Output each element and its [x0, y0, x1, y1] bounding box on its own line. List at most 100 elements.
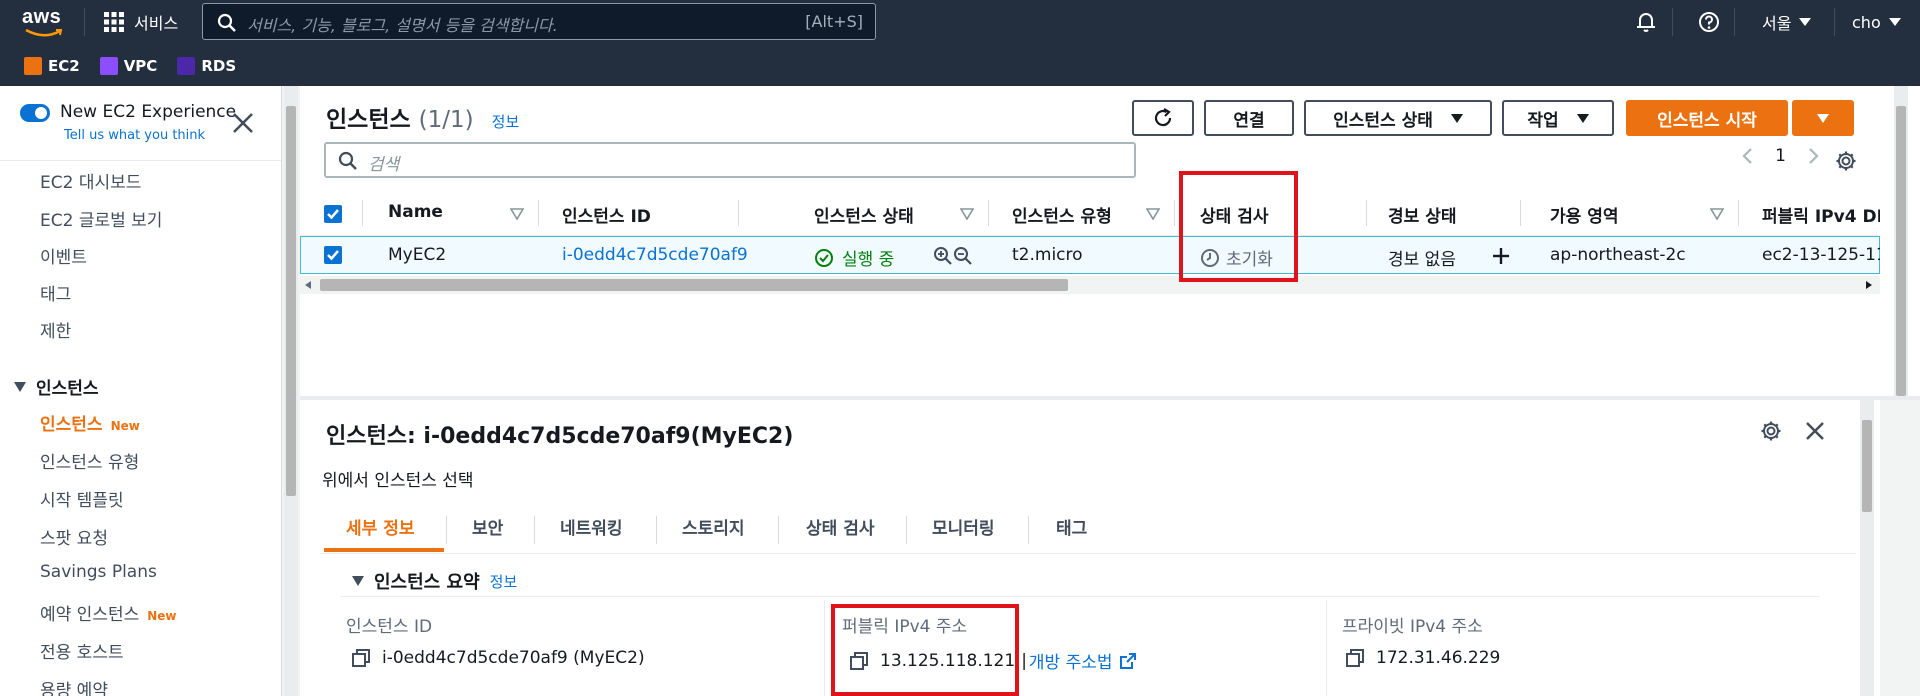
- launch-instance-dropdown[interactable]: [1792, 100, 1854, 136]
- add-alarm-icon[interactable]: [1491, 246, 1511, 266]
- detail-vertical-scrollbar[interactable]: [1856, 400, 1878, 696]
- favorite-label: VPC: [123, 57, 158, 75]
- column-header-availability-zone[interactable]: 가용 영역: [1550, 202, 1618, 227]
- favorite-rds[interactable]: RDS: [177, 57, 236, 75]
- tab-tags[interactable]: 태그: [1056, 514, 1087, 539]
- sidebar-item-limits[interactable]: 제한: [40, 317, 71, 342]
- scroll-left-icon[interactable]: [305, 281, 311, 289]
- sort-icon[interactable]: [1710, 208, 1724, 220]
- column-header-name[interactable]: Name: [388, 202, 443, 222]
- sort-icon[interactable]: [510, 208, 524, 220]
- instance-count: (1/1): [418, 107, 474, 133]
- close-icon[interactable]: [230, 110, 256, 136]
- instance-state-dropdown[interactable]: 인스턴스 상태: [1304, 100, 1492, 136]
- actions-label: 작업: [1527, 110, 1559, 131]
- user-menu[interactable]: cho: [1852, 8, 1901, 36]
- cell-instance-id-link[interactable]: i-0edd4c7d5cde70af9: [562, 245, 748, 265]
- scrollbar-thumb[interactable]: [1896, 106, 1906, 396]
- scrollbar-thumb[interactable]: [320, 279, 1068, 291]
- sidebar-item-instance-types[interactable]: 인스턴스 유형: [40, 448, 139, 473]
- table-horizontal-scrollbar[interactable]: [300, 276, 1880, 294]
- caret-down-icon: [1799, 18, 1812, 26]
- actions-dropdown[interactable]: 작업: [1502, 100, 1614, 136]
- notifications-button[interactable]: [1636, 8, 1656, 36]
- column-divider: [1738, 200, 1739, 226]
- sidebar-section-instances[interactable]: 인스턴스: [14, 374, 99, 399]
- instance-summary-header[interactable]: 인스턴스 요약 정보: [352, 568, 517, 594]
- gear-icon[interactable]: [1835, 150, 1857, 172]
- chevron-left-icon[interactable]: [1741, 147, 1753, 165]
- scrollbar-thumb[interactable]: [1862, 420, 1872, 512]
- bell-icon: [1637, 13, 1655, 32]
- close-icon[interactable]: [1804, 420, 1826, 442]
- copy-icon[interactable]: [1346, 649, 1364, 667]
- instance-id-value: i-0edd4c7d5cde70af9 (MyEC2): [352, 648, 645, 668]
- zoom-out-icon[interactable]: [953, 246, 973, 266]
- rds-icon: [177, 57, 196, 75]
- sidebar-item-tags[interactable]: 태그: [40, 280, 71, 305]
- open-address-link[interactable]: 개방 주소법: [1029, 648, 1113, 673]
- sidebar-item-instances[interactable]: 인스턴스 New: [40, 410, 140, 435]
- favorite-ec2[interactable]: EC2: [24, 57, 80, 75]
- gear-icon[interactable]: [1760, 420, 1782, 442]
- tab-details[interactable]: 세부 정보: [346, 514, 414, 539]
- ec2-icon: [24, 57, 42, 75]
- sidebar-scrollbar[interactable]: [284, 86, 298, 696]
- region-selector[interactable]: 서울: [1762, 8, 1812, 36]
- scroll-right-icon[interactable]: [1866, 281, 1872, 289]
- external-link-icon[interactable]: [1119, 652, 1137, 670]
- refresh-button[interactable]: [1132, 100, 1194, 136]
- list-vertical-scrollbar[interactable]: [1880, 86, 1920, 396]
- sidebar-item-dedicated-hosts[interactable]: 전용 호스트: [40, 638, 124, 663]
- select-all-checkbox[interactable]: [324, 205, 342, 223]
- new-experience-toggle[interactable]: [20, 104, 50, 122]
- sidebar-item-capacity-reservations[interactable]: 용량 예약: [40, 676, 108, 696]
- row-checkbox[interactable]: [324, 246, 342, 264]
- column-header-public-dns[interactable]: 퍼블릭 IPv4 DN: [1762, 202, 1880, 227]
- info-link[interactable]: 정보: [492, 113, 520, 131]
- tab-storage[interactable]: 스토리지: [682, 514, 745, 539]
- column-divider: [824, 600, 825, 696]
- tab-networking[interactable]: 네트워킹: [560, 514, 623, 539]
- instance-id-text: i-0edd4c7d5cde70af9 (MyEC2): [382, 648, 645, 668]
- chevron-right-icon[interactable]: [1808, 147, 1820, 165]
- aws-logo[interactable]: aws: [22, 6, 66, 42]
- caret-down-icon: [1576, 113, 1589, 123]
- tab-status-checks[interactable]: 상태 검사: [806, 514, 874, 539]
- sidebar-item-spot-requests[interactable]: 스팟 요청: [40, 524, 108, 549]
- sidebar-item-events[interactable]: 이벤트: [40, 243, 87, 268]
- connect-button[interactable]: 연결: [1204, 100, 1294, 136]
- tab-divider: [656, 516, 657, 544]
- column-header-instance-state[interactable]: 인스턴스 상태: [814, 202, 914, 227]
- sidebar-item-launch-templates[interactable]: 시작 템플릿: [40, 486, 124, 511]
- tab-security[interactable]: 보안: [472, 514, 503, 539]
- sidebar-item-savings-plans[interactable]: Savings Plans: [40, 562, 157, 582]
- sidebar-item-dashboard[interactable]: EC2 대시보드: [40, 168, 141, 193]
- column-divider: [738, 200, 739, 226]
- services-menu-button[interactable]: 서비스: [104, 8, 178, 36]
- table-row[interactable]: MyEC2 i-0edd4c7d5cde70af9 실행 중 t2.micro …: [300, 236, 1880, 274]
- help-button[interactable]: [1698, 8, 1720, 36]
- grid-icon: [104, 12, 124, 32]
- detail-tabs: 세부 정보 보안 네트워킹 스토리지 상태 검사 모니터링 태그: [320, 496, 1860, 554]
- column-header-instance-type[interactable]: 인스턴스 유형: [1012, 202, 1112, 227]
- sort-icon[interactable]: [1146, 208, 1160, 220]
- column-header-alarm-status[interactable]: 경보 상태: [1388, 202, 1456, 227]
- zoom-in-icon[interactable]: [933, 246, 953, 266]
- sidebar-item-reserved-instances[interactable]: 예약 인스턴스 New: [40, 600, 177, 625]
- launch-instance-label: 인스턴스 시작: [1657, 110, 1757, 131]
- info-link[interactable]: 정보: [490, 571, 518, 592]
- global-search-input[interactable]: 서비스, 기능, 블로그, 설명서 등을 검색합니다. [Alt+S]: [202, 3, 876, 40]
- tab-monitoring[interactable]: 모니터링: [932, 514, 995, 539]
- copy-icon[interactable]: [352, 649, 370, 667]
- instance-search-input[interactable]: 검색: [324, 142, 1136, 178]
- feedback-link[interactable]: Tell us what you think: [64, 128, 205, 143]
- sidebar-item-global-view[interactable]: EC2 글로벌 보기: [40, 206, 162, 231]
- launch-instance-button[interactable]: 인스턴스 시작: [1626, 100, 1788, 136]
- sort-icon[interactable]: [960, 208, 974, 220]
- page-number[interactable]: 1: [1775, 146, 1786, 166]
- scrollbar-thumb[interactable]: [286, 106, 296, 496]
- column-header-instance-id[interactable]: 인스턴스 ID: [562, 202, 651, 227]
- check-circle-icon: [815, 248, 833, 267]
- favorite-vpc[interactable]: VPC: [99, 57, 158, 75]
